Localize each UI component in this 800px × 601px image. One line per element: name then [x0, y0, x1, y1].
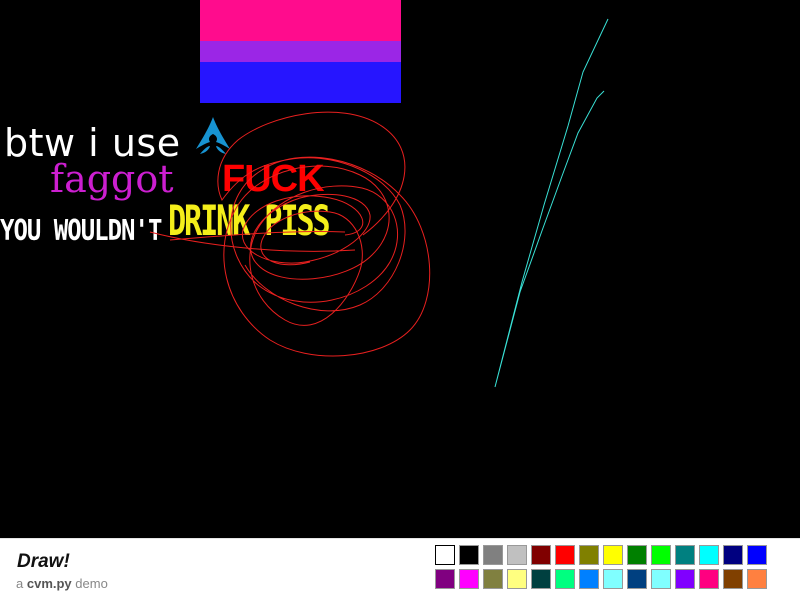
cyan-line-stroke [494, 18, 609, 388]
red-scribble-stroke [149, 111, 431, 357]
color-swatch[interactable] [651, 569, 671, 589]
color-swatch[interactable] [579, 569, 599, 589]
color-swatch[interactable] [579, 545, 599, 565]
color-swatch[interactable] [435, 545, 455, 565]
color-swatch[interactable] [723, 569, 743, 589]
color-swatch[interactable] [531, 569, 551, 589]
color-palette [435, 545, 771, 595]
app-subtitle-prefix: a [16, 576, 24, 591]
color-swatch[interactable] [555, 569, 575, 589]
color-swatch[interactable] [699, 569, 719, 589]
drawing-canvas[interactable]: btw i use faggot FUCK YOU WOULDN'T DRINK… [0, 0, 800, 538]
color-swatch[interactable] [723, 545, 743, 565]
color-swatch[interactable] [531, 545, 551, 565]
color-swatch[interactable] [747, 569, 767, 589]
app-title: Draw! [17, 551, 70, 572]
freehand-strokes [149, 18, 609, 388]
color-swatch[interactable] [507, 569, 527, 589]
color-swatch[interactable] [483, 545, 503, 565]
color-swatch[interactable] [651, 545, 671, 565]
color-swatch[interactable] [627, 569, 647, 589]
bottom-toolbar: Draw! a cvm.py demo [0, 538, 800, 601]
app-subtitle-brand: cvm.py [26, 576, 72, 591]
color-swatch[interactable] [747, 545, 767, 565]
color-swatch[interactable] [603, 569, 623, 589]
color-swatch[interactable] [459, 569, 479, 589]
color-swatch[interactable] [675, 569, 695, 589]
app-subtitle: a cvm.py demo [16, 576, 108, 591]
color-swatch[interactable] [699, 545, 719, 565]
app-subtitle-suffix: demo [75, 576, 108, 591]
color-swatch[interactable] [459, 545, 479, 565]
color-swatch[interactable] [603, 545, 623, 565]
color-swatch[interactable] [675, 545, 695, 565]
color-swatch[interactable] [483, 569, 503, 589]
color-swatch[interactable] [507, 545, 527, 565]
color-swatch[interactable] [555, 545, 575, 565]
color-swatch[interactable] [627, 545, 647, 565]
color-swatch[interactable] [435, 569, 455, 589]
